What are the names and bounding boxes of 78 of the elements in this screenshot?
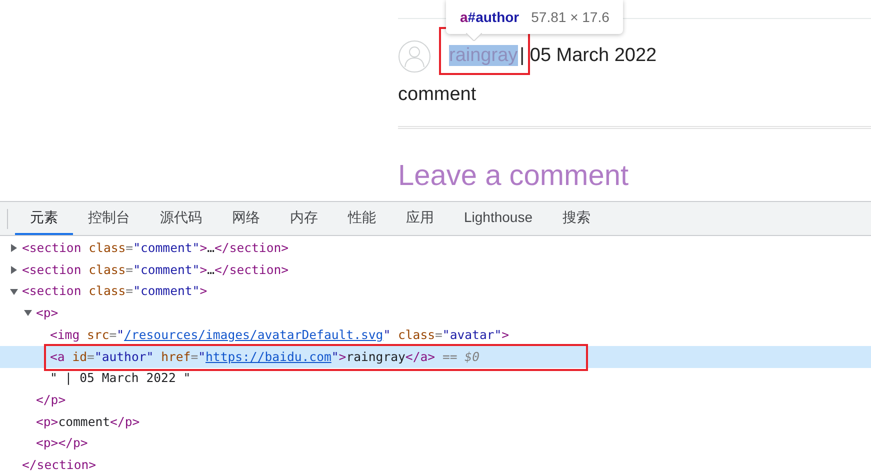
code-token: > bbox=[502, 326, 510, 344]
code-token: <section bbox=[22, 283, 82, 300]
expanded-triangle-icon[interactable] bbox=[24, 309, 32, 318]
devtools-tab[interactable]: 网络 bbox=[217, 202, 275, 236]
code-token: "comment" bbox=[133, 283, 200, 300]
devtools-tab[interactable]: 应用 bbox=[391, 202, 449, 236]
code-token: = bbox=[109, 326, 117, 344]
devtools-tab[interactable]: 控制台 bbox=[73, 202, 145, 236]
expanded-triangle-icon[interactable] bbox=[10, 288, 18, 296]
code-token: class bbox=[88, 262, 126, 279]
code-token: = bbox=[126, 262, 134, 279]
code-token: " bbox=[383, 326, 391, 344]
devtools-tab[interactable]: 内存 bbox=[275, 202, 333, 236]
code-token: = bbox=[87, 348, 94, 366]
code-token: class bbox=[396, 326, 436, 344]
code-token: " bbox=[331, 348, 339, 366]
code-token: <a bbox=[50, 348, 65, 366]
comment-date: | 05 March 2022 bbox=[520, 44, 657, 68]
code-token: = bbox=[126, 240, 134, 258]
collapsed-triangle-icon[interactable] bbox=[10, 266, 18, 274]
code-token: = bbox=[126, 283, 134, 300]
dom-line[interactable]: <section class="comment">…</section> bbox=[0, 237, 871, 260]
code-token: " bbox=[116, 326, 124, 344]
devtools-tab[interactable]: 源代码 bbox=[145, 202, 217, 236]
code-token: " | 05 March 2022 " bbox=[50, 370, 191, 388]
code-token: <p></p> bbox=[36, 435, 88, 452]
code-token: </p> bbox=[36, 392, 66, 409]
code-token: <section bbox=[22, 240, 82, 258]
url-link[interactable]: /resources/images/avatarDefault.svg bbox=[124, 326, 384, 344]
url-link[interactable]: https://baidu.com bbox=[206, 348, 332, 366]
section-heading: Leave a comment bbox=[398, 162, 630, 190]
code-token: </section> bbox=[214, 262, 289, 279]
dom-line[interactable]: <section class="comment"> bbox=[0, 280, 871, 302]
code-token: … bbox=[207, 240, 215, 258]
code-token: > bbox=[200, 283, 208, 300]
code-token: </p> bbox=[110, 414, 140, 431]
code-token: </section> bbox=[214, 240, 289, 258]
code-token: raingray bbox=[346, 348, 406, 366]
code-token: == bbox=[441, 348, 458, 366]
code-token: id bbox=[71, 348, 88, 366]
dom-line[interactable]: <p> bbox=[0, 302, 871, 324]
devtools-tab[interactable]: 元素 bbox=[15, 202, 73, 236]
avatar-icon bbox=[398, 40, 431, 72]
dom-line[interactable]: <img src="/resources/images/avatarDefault.svg" class="avatar"> bbox=[0, 324, 871, 346]
code-token: " bbox=[198, 348, 206, 366]
devtools-tab[interactable]: Lighthouse bbox=[449, 202, 548, 236]
code-token: > bbox=[338, 348, 346, 366]
code-token: <img bbox=[50, 326, 80, 344]
element-size: 57.81 × 17.6 bbox=[531, 8, 610, 26]
code-token: … bbox=[207, 262, 215, 279]
code-token: $0 bbox=[464, 348, 480, 366]
dom-line[interactable]: <p></p> bbox=[0, 432, 871, 454]
code-token: <section bbox=[22, 262, 82, 279]
code-token: src bbox=[86, 326, 110, 344]
collapsed-triangle-icon[interactable] bbox=[10, 244, 18, 252]
code-token: = bbox=[435, 326, 442, 344]
dom-line[interactable]: " | 05 March 2022 " bbox=[0, 368, 871, 390]
code-token: class bbox=[88, 283, 126, 300]
comment-text: comment bbox=[398, 83, 478, 107]
code-token: > bbox=[200, 240, 208, 258]
code-token: <p> bbox=[36, 414, 58, 431]
code-token: class bbox=[88, 240, 126, 258]
code-token: href bbox=[160, 348, 191, 366]
code-token: "comment" bbox=[133, 240, 200, 258]
code-token: comment bbox=[58, 414, 110, 431]
code-token: "comment" bbox=[133, 262, 200, 279]
dom-line[interactable]: <section class="comment">…</section> bbox=[0, 259, 871, 281]
devtools-tab[interactable]: 搜索 bbox=[548, 202, 606, 236]
code-token: <p> bbox=[36, 305, 58, 322]
element-selector: a#author bbox=[460, 8, 520, 26]
devtools-tab[interactable]: 性能 bbox=[333, 202, 391, 236]
code-token: "author" bbox=[94, 348, 154, 366]
dom-line[interactable]: <p>comment</p> bbox=[0, 410, 871, 433]
code-token: > bbox=[200, 262, 208, 279]
code-token: = bbox=[190, 348, 198, 366]
code-token: "avatar" bbox=[442, 326, 502, 344]
code-token: </section> bbox=[22, 456, 96, 474]
code-token: </a> bbox=[405, 348, 436, 366]
